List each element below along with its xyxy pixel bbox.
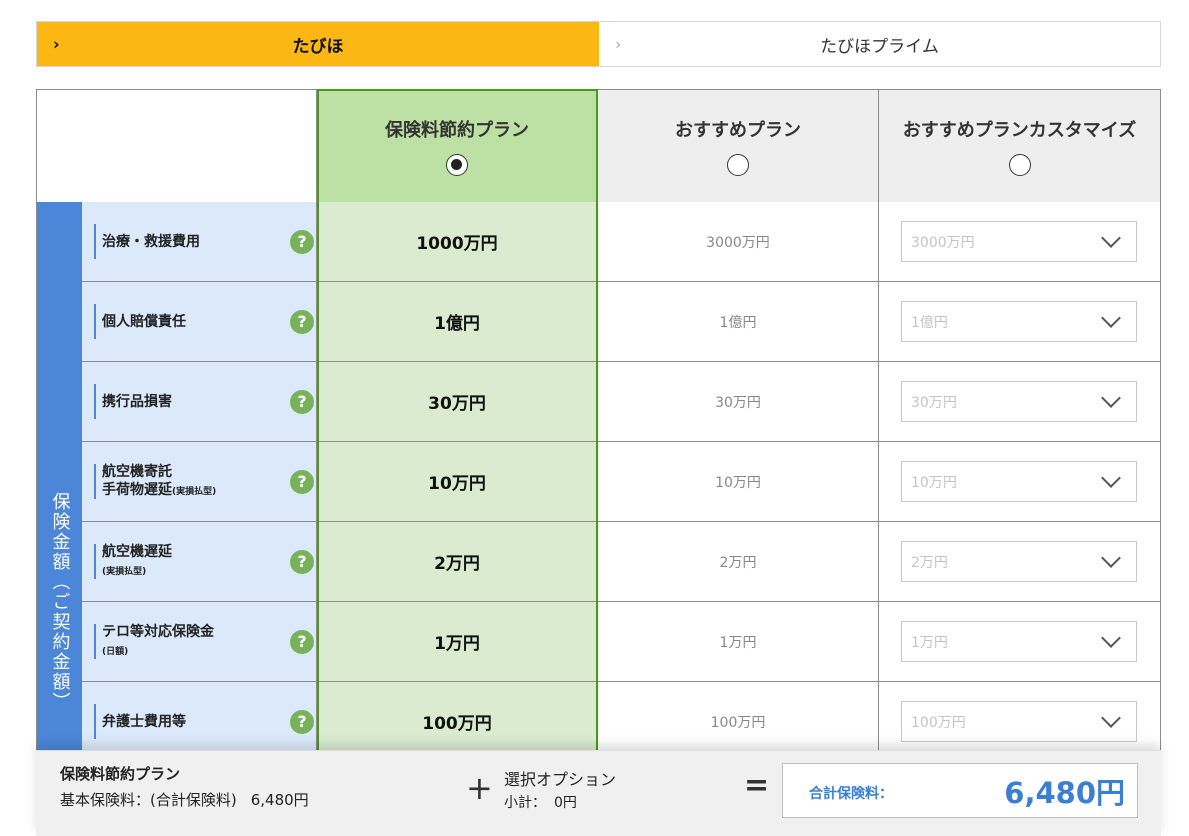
coverage-name: 携行品損害 [102, 393, 172, 410]
saving-value: 1万円 [317, 602, 598, 682]
coverage-label-flight-delay: 航空機遅延 (実損払型) ? [82, 522, 317, 602]
recommended-value: 3000万円 [598, 202, 879, 282]
plan-radio-saving[interactable] [446, 154, 468, 176]
help-icon[interactable]: ? [290, 709, 314, 734]
recommended-value: 1万円 [598, 602, 879, 682]
total-premium-amount: 6,480円 [1004, 776, 1125, 810]
coverage-label-baggage: 携行品損害 ? [82, 362, 317, 442]
coverage-label-liability: 個人賠償責任 ? [82, 282, 317, 362]
custom-cell: 10万円 [879, 442, 1161, 522]
total-premium-box: 合計保険料： 6,480円 [782, 763, 1138, 818]
custom-select[interactable]: 10万円 [901, 461, 1137, 502]
custom-cell: 30万円 [879, 362, 1161, 442]
coverage-name-line2: 手荷物遅延 [102, 481, 172, 498]
recommended-value: 30万円 [598, 362, 879, 442]
help-icon[interactable]: ? [290, 389, 314, 414]
subtotal-amount: 0円 [554, 795, 577, 811]
equals-icon: = [744, 768, 770, 803]
total-premium-label: 合計保険料： [809, 786, 893, 802]
product-tabs: › たびほ › たびほプライム [36, 21, 1161, 67]
tab-label: たびほプライム [820, 36, 939, 57]
custom-select[interactable]: 100万円 [901, 701, 1137, 742]
coverage-label-medical: 治療・救援費用 ? [82, 202, 317, 282]
plan-header-recommended[interactable]: おすすめプラン [598, 89, 879, 203]
plan-radio-custom[interactable] [1008, 154, 1031, 176]
custom-cell: 1万円 [879, 602, 1161, 682]
plan-title: おすすめプラン [675, 120, 801, 141]
custom-select[interactable]: 1万円 [901, 621, 1137, 662]
coverage-note: (日額) [102, 646, 129, 657]
custom-cell: 2万円 [879, 522, 1161, 602]
plus-icon: + [466, 769, 493, 807]
coverage-name: テロ等対応保険金 [102, 623, 214, 640]
chevron-down-icon [1101, 468, 1121, 488]
saving-value: 1000万円 [317, 202, 598, 282]
custom-select[interactable]: 1億円 [901, 301, 1137, 342]
recommended-value: 1億円 [598, 282, 879, 362]
options-subtotal: 小計： 0円 [504, 792, 577, 812]
chevron-right-icon: › [53, 34, 60, 54]
coverage-name: 航空機遅延 [102, 543, 172, 560]
coverage-name: 個人賠償責任 [102, 313, 186, 330]
coverage-note: (実損払型) [102, 566, 147, 577]
header-empty-cell [36, 89, 317, 203]
subtotal-label: 小計： [504, 795, 546, 811]
coverage-label-baggage-delay: 航空機寄託 手荷物遅延(実損払型) ? [82, 442, 317, 522]
help-icon[interactable]: ? [290, 309, 314, 334]
saving-value: 1億円 [317, 282, 598, 362]
saving-value: 30万円 [317, 362, 598, 442]
coverage-name: 弁護士費用等 [102, 713, 186, 730]
custom-select[interactable]: 2万円 [901, 541, 1137, 582]
coverage-note: (実損払型) [172, 486, 217, 497]
chevron-down-icon [1101, 308, 1121, 328]
coverage-name: 治療・救援費用 [102, 233, 200, 250]
custom-cell: 1億円 [879, 282, 1161, 362]
plan-header-saving[interactable]: 保険料節約プラン [317, 89, 598, 203]
base-premium: 基本保険料：(合計保険料) 6,480円 [60, 789, 309, 810]
help-icon[interactable]: ? [290, 469, 314, 494]
plan-header-custom[interactable]: おすすめプランカスタマイズ [879, 89, 1161, 203]
base-premium-label: 基本保険料：(合計保険料) [60, 791, 237, 809]
tab-tabiho-prime[interactable]: › たびほプライム [599, 22, 1160, 66]
chevron-down-icon [1101, 628, 1121, 648]
custom-select[interactable]: 30万円 [901, 381, 1137, 422]
selected-plan-name: 保険料節約プラン [60, 765, 181, 783]
help-icon[interactable]: ? [290, 229, 314, 254]
recommended-value: 10万円 [598, 442, 879, 522]
saving-value: 2万円 [317, 522, 598, 602]
chevron-down-icon [1101, 548, 1121, 568]
help-icon[interactable]: ? [290, 549, 314, 574]
plan-radio-recommended[interactable] [727, 154, 749, 176]
saving-value: 10万円 [317, 442, 598, 522]
chevron-down-icon [1101, 388, 1121, 408]
custom-cell: 3000万円 [879, 202, 1161, 282]
coverage-label-terror: テロ等対応保険金 (日額) ? [82, 602, 317, 682]
tab-tabiho[interactable]: › たびほ [37, 22, 599, 66]
coverage-amount-side-label: 保険金額（ご契約金額） [36, 202, 82, 836]
plan-comparison-table: 保険料節約プラン おすすめプラン おすすめプランカスタマイズ 保険金額（ご契約金… [36, 89, 1161, 836]
selected-options-label: 選択オプション [504, 770, 617, 789]
recommended-value: 2万円 [598, 522, 879, 602]
help-icon[interactable]: ? [290, 629, 314, 654]
plan-title: 保険料節約プラン [385, 120, 529, 141]
chevron-down-icon [1101, 708, 1121, 728]
base-premium-amount: 6,480円 [250, 791, 309, 809]
chevron-right-icon: › [615, 34, 622, 54]
custom-select[interactable]: 3000万円 [901, 221, 1137, 262]
premium-summary-bar: 保険料節約プラン 基本保険料：(合計保険料) 6,480円 + 選択オプション 小… [36, 750, 1161, 836]
plan-title: おすすめプランカスタマイズ [902, 120, 1137, 141]
tab-label: たびほ [292, 36, 344, 57]
coverage-name: 航空機寄託 [102, 463, 172, 480]
chevron-down-icon [1101, 228, 1121, 248]
